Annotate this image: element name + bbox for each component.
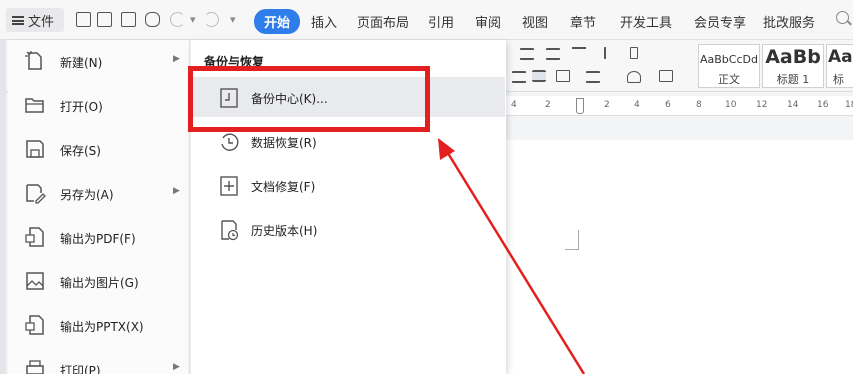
menu-item-label: 新建(N) bbox=[60, 56, 103, 70]
menu-item-new[interactable]: 新建(N) ▶ bbox=[8, 42, 190, 82]
menu-item-save[interactable]: 保存(S) bbox=[8, 130, 190, 170]
tab-page-layout[interactable]: 页面布局 bbox=[357, 12, 409, 31]
redo-icon[interactable] bbox=[204, 12, 219, 27]
zoom-preview-icon[interactable] bbox=[145, 12, 160, 27]
hamburger-icon bbox=[12, 15, 24, 25]
ruler-tick: 14 bbox=[787, 100, 799, 110]
horizontal-ruler[interactable]: 4 2 2 4 6 8 10 12 14 16 18 bbox=[505, 96, 853, 116]
borders-icon[interactable] bbox=[659, 70, 673, 82]
document-repair-icon bbox=[220, 176, 238, 196]
new-doc-icon[interactable] bbox=[76, 12, 91, 27]
tab-references[interactable]: 引用 bbox=[428, 12, 454, 31]
indent-marker-icon[interactable] bbox=[576, 98, 584, 114]
style-name: 标 bbox=[833, 73, 844, 86]
style-name: 正文 bbox=[718, 73, 740, 86]
menu-item-label: 打开(O) bbox=[60, 100, 103, 114]
left-edge bbox=[0, 40, 6, 374]
export-image-icon bbox=[26, 272, 44, 290]
tab-home[interactable]: 开始 bbox=[254, 9, 301, 34]
submenu-item-label: 数据恢复(R) bbox=[251, 136, 317, 150]
undo-dropdown-icon[interactable]: ▾ bbox=[190, 13, 196, 26]
file-menu-label: 文件 bbox=[28, 14, 55, 30]
style-heading-2[interactable]: AaI 标 bbox=[826, 44, 853, 88]
menu-item-save-as[interactable]: 另存为(A) ▶ bbox=[8, 174, 190, 214]
line-spacing-icon[interactable] bbox=[586, 71, 600, 83]
top-toolbar: 文件 ▾ ▾ 开始 插入 页面布局 引用 审阅 视图 章节 开发工具 会员专享 … bbox=[0, 0, 853, 40]
style-sample: AaBbCcDd bbox=[700, 53, 758, 66]
ruler-tick: 16 bbox=[817, 100, 829, 110]
history-version-icon bbox=[221, 220, 239, 241]
customize-toolbar-icon[interactable]: ▾ bbox=[230, 13, 236, 26]
style-sample: AaBb bbox=[765, 46, 821, 68]
document-page[interactable] bbox=[505, 140, 853, 374]
file-menu-button[interactable]: 文件 bbox=[6, 8, 64, 32]
ruler-tick: 8 bbox=[696, 100, 702, 110]
ruler-tick: 6 bbox=[665, 100, 671, 110]
menu-item-label: 输出为PDF(F) bbox=[60, 232, 136, 246]
new-document-icon bbox=[25, 51, 42, 70]
folder-open-icon bbox=[25, 98, 44, 113]
menu-item-export-image[interactable]: 输出为图片(G) bbox=[8, 262, 190, 302]
ruler-tick: 4 bbox=[511, 100, 517, 110]
tab-insert[interactable]: 插入 bbox=[311, 12, 337, 31]
tab-review[interactable]: 审阅 bbox=[475, 12, 501, 31]
ruler-tick: 12 bbox=[756, 100, 768, 110]
quick-print-icon[interactable] bbox=[121, 12, 136, 27]
ruler-tick: 10 bbox=[725, 100, 737, 110]
submenu-arrow-icon: ▶ bbox=[173, 362, 180, 372]
menu-item-export-pptx[interactable]: 输出为PPTX(X) bbox=[8, 306, 190, 346]
menu-item-label: 输出为PPTX(X) bbox=[60, 320, 144, 334]
distribute-icon[interactable] bbox=[556, 70, 570, 82]
increase-indent-icon[interactable] bbox=[546, 48, 560, 60]
decrease-indent-icon[interactable] bbox=[520, 48, 534, 60]
export-pdf-icon bbox=[25, 227, 44, 247]
submenu-item-label: 文档修复(F) bbox=[251, 180, 316, 194]
style-normal[interactable]: AaBbCcDd 正文 bbox=[698, 44, 760, 88]
sort-icon[interactable] bbox=[604, 47, 612, 59]
tab-grading-service[interactable]: 批改服务 bbox=[763, 12, 815, 31]
ruler-tick: 18 bbox=[845, 100, 853, 110]
annotation-highlight-box bbox=[188, 66, 430, 132]
file-menu-panel: 新建(N) ▶ 打开(O) 保存(S) 另存为(A) ▶ 输出为PDF(F) 输… bbox=[8, 40, 190, 374]
submenu-arrow-icon: ▶ bbox=[173, 186, 180, 196]
menu-item-label: 输出为图片(G) bbox=[60, 276, 139, 290]
align-left-icon[interactable] bbox=[512, 71, 526, 83]
menu-item-open[interactable]: 打开(O) bbox=[8, 86, 190, 126]
submenu-item-label: 历史版本(H) bbox=[251, 224, 318, 238]
tab-member[interactable]: 会员专享 bbox=[694, 12, 746, 31]
tab-view[interactable]: 视图 bbox=[522, 12, 548, 31]
show-marks-icon[interactable] bbox=[630, 47, 638, 59]
chinese-layout-icon[interactable] bbox=[572, 47, 586, 59]
print-preview-icon[interactable] bbox=[97, 12, 112, 27]
submenu-arrow-icon: ▶ bbox=[173, 54, 180, 64]
print-icon bbox=[26, 360, 44, 374]
tab-developer[interactable]: 开发工具 bbox=[620, 12, 672, 31]
ruler-tick: 2 bbox=[604, 100, 610, 110]
export-pptx-icon bbox=[25, 315, 44, 335]
save-icon bbox=[26, 140, 44, 158]
save-as-icon bbox=[26, 184, 46, 204]
menu-item-label: 保存(S) bbox=[60, 144, 101, 158]
menu-item-label: 打印(P) bbox=[60, 364, 101, 374]
ruler-tick: 4 bbox=[634, 100, 640, 110]
shading-icon[interactable] bbox=[627, 71, 641, 83]
style-heading-1[interactable]: AaBb 标题 1 bbox=[762, 44, 824, 88]
align-center-icon[interactable] bbox=[532, 70, 546, 82]
menu-item-export-pdf[interactable]: 输出为PDF(F) bbox=[8, 218, 190, 258]
style-name: 标题 1 bbox=[776, 73, 810, 86]
search-icon[interactable] bbox=[836, 11, 849, 24]
ruler-tick: 2 bbox=[545, 100, 551, 110]
margin-corner-mark bbox=[565, 230, 579, 250]
undo-icon[interactable] bbox=[170, 12, 185, 27]
submenu-item-history-version[interactable]: 历史版本(H) bbox=[191, 209, 505, 249]
style-sample: AaI bbox=[828, 47, 853, 67]
tab-chapter[interactable]: 章节 bbox=[570, 12, 596, 31]
menu-item-print[interactable]: 打印(P) ▶ bbox=[8, 350, 190, 374]
data-recovery-icon bbox=[221, 133, 239, 151]
submenu-item-document-repair[interactable]: 文档修复(F) bbox=[191, 165, 505, 205]
menu-item-label: 另存为(A) bbox=[60, 188, 114, 202]
